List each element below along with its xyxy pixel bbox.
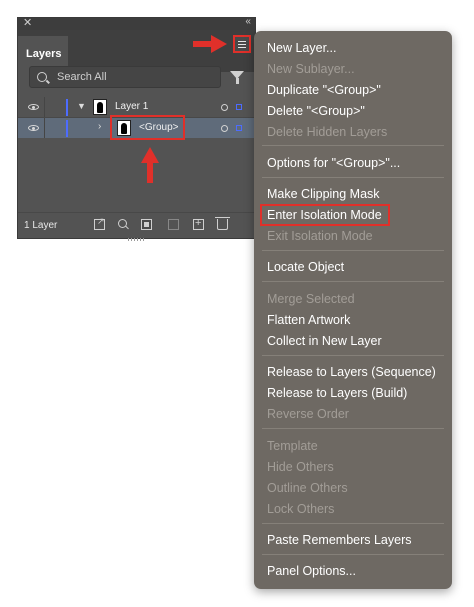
panel-footer: 1 Layer [18, 212, 255, 241]
hamburger-icon [238, 41, 246, 42]
menu-item-delete-hidden-layers: Delete Hidden Layers [267, 125, 388, 139]
menu-item-duplicate[interactable]: Duplicate "<Group>" [267, 83, 381, 97]
menu-item-make-clipping-mask[interactable]: Make Clipping Mask [267, 187, 380, 201]
new-sublayer-icon[interactable] [168, 219, 179, 230]
layer-thumbnail [93, 99, 107, 115]
menu-item-reverse-order: Reverse Order [267, 407, 349, 421]
menu-item-exit-isolation-mode: Exit Isolation Mode [267, 229, 373, 243]
menu-divider [262, 554, 444, 555]
visibility-eye-icon[interactable] [28, 104, 39, 110]
menu-item-collect-in-new-layer[interactable]: Collect in New Layer [267, 334, 382, 348]
menu-item-hide-others: Hide Others [267, 460, 334, 474]
target-circle-icon[interactable] [221, 125, 228, 132]
selection-indicator[interactable] [236, 104, 242, 110]
arrow-to-menu-icon [193, 35, 227, 53]
chevron-right-icon[interactable]: › [98, 121, 101, 132]
menu-item-template: Template [267, 439, 318, 453]
menu-divider [262, 355, 444, 356]
collapse-icon[interactable]: ‹‹ [245, 16, 251, 27]
visibility-eye-icon[interactable] [28, 125, 39, 131]
search-placeholder: Search All [57, 71, 107, 83]
close-icon[interactable]: ✕ [23, 16, 32, 29]
menu-item-panel-options[interactable]: Panel Options... [267, 564, 356, 578]
menu-divider [262, 523, 444, 524]
locate-object-icon[interactable] [118, 219, 129, 230]
menu-item-paste-remembers-layers[interactable]: Paste Remembers Layers [267, 533, 412, 547]
new-layer-icon[interactable] [193, 217, 204, 230]
isolation-mode-highlight-box [260, 204, 390, 226]
layer-color-bar [66, 120, 68, 137]
menu-item-release-build[interactable]: Release to Layers (Build) [267, 386, 407, 400]
filter-icon[interactable] [230, 71, 244, 84]
export-icon[interactable] [94, 216, 105, 230]
menu-item-locate-object[interactable]: Locate Object [267, 260, 344, 274]
menu-item-flatten-artwork[interactable]: Flatten Artwork [267, 313, 350, 327]
menu-divider [262, 250, 444, 251]
menu-item-new-sublayer: New Sublayer... [267, 62, 355, 76]
resize-grip[interactable] [128, 238, 146, 241]
search-icon [37, 72, 47, 82]
layer-name: Layer 1 [115, 101, 149, 112]
panel-menu-button[interactable] [233, 35, 251, 53]
panel-title-bar: ✕ ‹‹ [18, 16, 255, 30]
chevron-down-icon[interactable]: ▼ [77, 101, 86, 111]
menu-item-new-layer[interactable]: New Layer... [267, 41, 336, 55]
arrow-to-group-icon [141, 147, 159, 183]
group-highlight-box [110, 115, 185, 140]
menu-item-merge-selected: Merge Selected [267, 292, 355, 306]
menu-item-options[interactable]: Options for "<Group>"... [267, 156, 400, 170]
menu-divider [262, 177, 444, 178]
menu-item-outline-others: Outline Others [267, 481, 348, 495]
menu-item-release-sequence[interactable]: Release to Layers (Sequence) [267, 365, 436, 379]
clipping-mask-icon[interactable] [141, 219, 152, 230]
menu-divider [262, 428, 444, 429]
menu-item-delete[interactable]: Delete "<Group>" [267, 104, 365, 118]
search-input[interactable]: Search All [29, 66, 221, 88]
layer-row[interactable]: ▼ Layer 1 [18, 97, 255, 117]
layer-count: 1 Layer [24, 220, 58, 231]
layer-color-bar [66, 99, 68, 116]
menu-divider [262, 281, 444, 282]
menu-item-lock-others: Lock Others [267, 502, 335, 516]
menu-divider [262, 145, 444, 146]
trash-icon[interactable] [215, 217, 230, 230]
target-circle-icon[interactable] [221, 104, 228, 111]
panel-flyout-menu: New Layer... New Sublayer... Duplicate "… [254, 31, 452, 589]
selection-indicator[interactable] [236, 125, 242, 131]
